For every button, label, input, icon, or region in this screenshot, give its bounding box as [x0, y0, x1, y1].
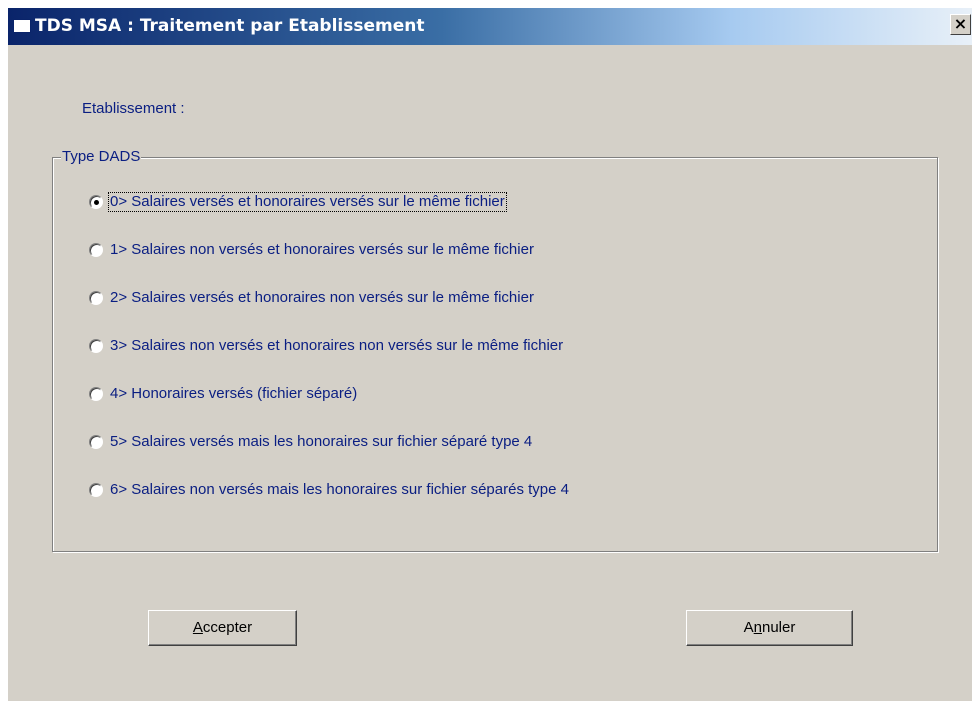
radio-button[interactable]: [89, 339, 103, 353]
etablissement-label: Etablissement :: [82, 100, 185, 117]
radio-option-3[interactable]: 3> Salaires non versés et honoraires non…: [89, 335, 564, 357]
radio-option-5[interactable]: 5> Salaires versés mais les honoraires s…: [89, 431, 533, 453]
radio-option-label[interactable]: 3> Salaires non versés et honoraires non…: [109, 337, 564, 355]
cancel-label-rest: nuler: [762, 619, 796, 636]
radio-button[interactable]: [89, 387, 103, 401]
radio-option-label[interactable]: 0> Salaires versés et honoraires versés …: [108, 192, 507, 212]
type-dads-groupbox: Type DADS 0> Salaires versés et honorair…: [52, 148, 938, 552]
title-bar[interactable]: TDS MSA : Traitement par Etablissement ×: [8, 8, 972, 45]
cancel-label-start: A: [743, 619, 754, 636]
radio-option-label[interactable]: 1> Salaires non versés et honoraires ver…: [109, 241, 535, 259]
radio-button[interactable]: [89, 483, 103, 497]
radio-option-0[interactable]: 0> Salaires versés et honoraires versés …: [89, 191, 507, 213]
radio-button-checked[interactable]: [89, 195, 103, 209]
close-button[interactable]: ×: [950, 14, 971, 35]
radio-button[interactable]: [89, 435, 103, 449]
radio-option-label[interactable]: 6> Salaires non versés mais les honorair…: [109, 481, 570, 499]
dialog-window: TDS MSA : Traitement par Etablissement ×…: [8, 8, 972, 701]
window-title: TDS MSA : Traitement par Etablissement: [35, 16, 425, 36]
cancel-button[interactable]: Annuler: [686, 610, 853, 646]
radio-option-6[interactable]: 6> Salaires non versés mais les honorair…: [89, 479, 570, 501]
radio-button[interactable]: [89, 243, 103, 257]
window-icon: [13, 19, 31, 33]
radio-button[interactable]: [89, 291, 103, 305]
radio-option-label[interactable]: 2> Salaires versés et honoraires non ver…: [109, 289, 535, 307]
radio-option-1[interactable]: 1> Salaires non versés et honoraires ver…: [89, 239, 535, 261]
cancel-mnemonic: n: [753, 619, 762, 636]
groupbox-legend: Type DADS: [61, 148, 142, 166]
radio-option-label[interactable]: 4> Honoraires versés (fichier séparé): [109, 385, 358, 403]
accept-mnemonic: A: [192, 619, 203, 636]
radio-option-label[interactable]: 5> Salaires versés mais les honoraires s…: [109, 433, 533, 451]
accept-button[interactable]: Accepter: [148, 610, 297, 646]
accept-label-rest: ccepter: [202, 619, 253, 636]
radio-dot-icon: [94, 200, 99, 205]
close-icon: ×: [953, 14, 968, 33]
radio-option-4[interactable]: 4> Honoraires versés (fichier séparé): [89, 383, 358, 405]
radio-option-2[interactable]: 2> Salaires versés et honoraires non ver…: [89, 287, 535, 309]
